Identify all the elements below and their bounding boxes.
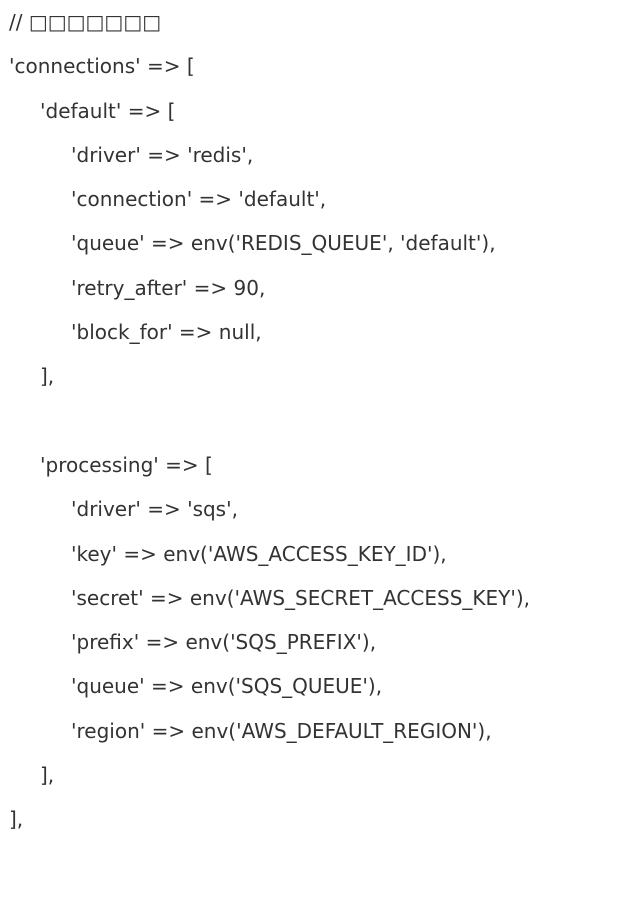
code-line: 'prefix' => env('SQS_PREFIX'), xyxy=(71,630,377,655)
code-line: 'region' => env('AWS_DEFAULT_REGION'), xyxy=(71,718,492,743)
code-line: 'secret' => env('AWS_SECRET_ACCESS_KEY')… xyxy=(71,585,531,610)
code-line: 'retry_after' => 90, xyxy=(71,275,266,300)
code-comment-line: // □□□□□□□ xyxy=(9,10,162,34)
code-line: 'default' => [ xyxy=(40,98,176,123)
code-line: 'key' => env('AWS_ACCESS_KEY_ID'), xyxy=(71,541,447,566)
code-line: 'processing' => [ xyxy=(40,452,213,477)
code-line: 'driver' => 'sqs', xyxy=(71,497,238,522)
code-line: 'queue' => env('SQS_QUEUE'), xyxy=(71,674,383,699)
code-line: 'queue' => env('REDIS_QUEUE', 'default')… xyxy=(71,231,496,256)
code-block: // □□□□□□□ 'connections' => [ 'default' … xyxy=(9,0,627,842)
code-line: 'connections' => [ xyxy=(9,54,195,79)
code-line: ], xyxy=(40,364,55,389)
code-line: ], xyxy=(9,807,24,832)
code-line: 'block_for' => null, xyxy=(71,320,262,345)
code-line: 'driver' => 'redis', xyxy=(71,142,254,167)
code-line: ], xyxy=(40,763,55,788)
code-line: 'connection' => 'default', xyxy=(71,187,327,212)
